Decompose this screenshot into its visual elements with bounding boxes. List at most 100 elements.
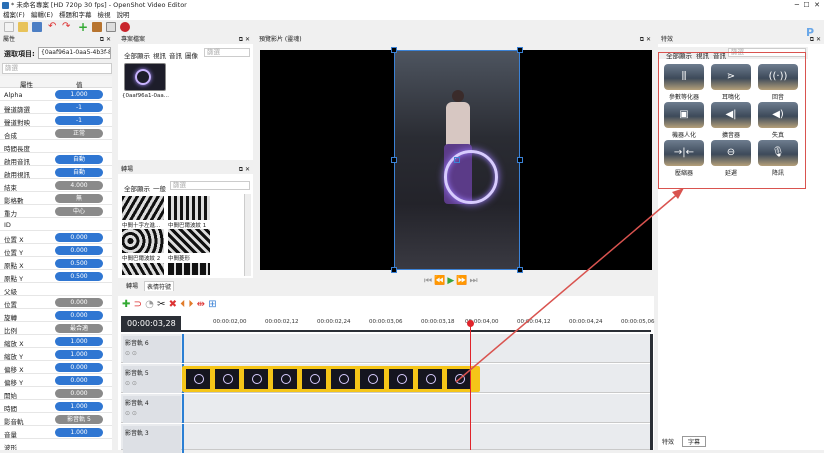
property-value[interactable]: 4.000 bbox=[55, 181, 103, 190]
property-row[interactable]: 結束 4.000 bbox=[0, 179, 112, 192]
property-value[interactable]: 1.000 bbox=[55, 402, 103, 411]
transition-thumbnail[interactable] bbox=[122, 263, 164, 275]
timeline-zoom-icon[interactable]: ⊞ bbox=[208, 299, 216, 310]
property-row[interactable]: 時間長度 4.000 bbox=[0, 140, 112, 153]
property-row[interactable]: Alpha 1.000 bbox=[0, 88, 112, 101]
property-value[interactable]: 最合適 bbox=[55, 324, 103, 333]
track-lock-icon[interactable]: ⊙ ⊙ bbox=[125, 380, 179, 387]
transition-thumbnail[interactable] bbox=[168, 229, 210, 253]
play-icon[interactable]: ▶ bbox=[447, 276, 456, 286]
jump-start-icon[interactable]: ⏮ bbox=[424, 276, 434, 286]
redo-icon[interactable]: ↷ bbox=[62, 22, 72, 32]
transition-thumbnail[interactable] bbox=[122, 196, 164, 220]
transitions-filter-input[interactable]: 篩選 bbox=[170, 181, 250, 190]
property-value[interactable]: 影音軌 5 bbox=[55, 415, 103, 424]
property-value[interactable] bbox=[55, 285, 103, 294]
center-playhead-icon[interactable]: ⇹ bbox=[197, 299, 205, 310]
fullscreen-icon[interactable] bbox=[106, 22, 116, 32]
property-value[interactable]: 無 bbox=[55, 194, 103, 203]
transition-thumbnail[interactable] bbox=[168, 263, 210, 275]
tab-effects[interactable]: 特效 bbox=[662, 437, 674, 446]
property-row[interactable]: 時間 1.000 bbox=[0, 400, 112, 413]
effect-item[interactable]: 🎙 降訊 bbox=[756, 140, 800, 180]
effect-item[interactable]: ⊖ 延遲 bbox=[709, 140, 753, 180]
next-marker-icon[interactable]: ⏵ bbox=[188, 299, 193, 310]
float-icon[interactable]: ⧉ ✕ bbox=[239, 166, 250, 174]
property-row[interactable]: ID P09TJ5FVV9 bbox=[0, 218, 112, 231]
import-files-icon[interactable]: + bbox=[78, 21, 88, 33]
property-row[interactable]: 重力 中心 bbox=[0, 205, 112, 218]
video-clip[interactable] bbox=[182, 366, 480, 392]
transitions-scrollbar[interactable] bbox=[244, 194, 251, 276]
razor-icon[interactable]: ✂ bbox=[157, 299, 165, 310]
filter-image[interactable]: 圖像 bbox=[185, 50, 198, 60]
transition-thumbnail[interactable] bbox=[168, 196, 210, 220]
transform-handle[interactable] bbox=[517, 47, 523, 53]
transform-handle[interactable] bbox=[517, 267, 523, 273]
property-value[interactable]: 1.000 bbox=[55, 350, 103, 359]
choose-profile-icon[interactable] bbox=[92, 22, 102, 32]
filter-audio[interactable]: 音訊 bbox=[169, 50, 182, 60]
menu-view[interactable]: 檢視 bbox=[95, 11, 114, 20]
export-video-icon[interactable] bbox=[120, 22, 130, 32]
track-lock-icon[interactable]: ⊙ ⊙ bbox=[125, 410, 179, 417]
track-6[interactable]: 影音軌 6 ⊙ ⊙ bbox=[121, 334, 651, 363]
filter-all[interactable]: 全部顯示 bbox=[124, 50, 150, 60]
property-row[interactable]: 啟用視訊 自動 bbox=[0, 166, 112, 179]
property-row[interactable]: 聲道篩選 -1 bbox=[0, 101, 112, 114]
track-lock-icon[interactable]: ⊙ ⊙ bbox=[125, 350, 179, 357]
property-row[interactable]: 縮放 Y 1.000 bbox=[0, 348, 112, 361]
property-value[interactable]: 正常 bbox=[55, 129, 103, 138]
track-4[interactable]: 影音軌 4 ⊙ ⊙ bbox=[121, 394, 651, 423]
menu-edit[interactable]: 編輯(E) bbox=[28, 11, 56, 20]
property-row[interactable]: 波形 bbox=[0, 439, 112, 450]
rewind-icon[interactable]: ⏪ bbox=[434, 276, 447, 286]
property-value[interactable]: 1.000 bbox=[55, 90, 103, 99]
property-row[interactable]: 影音軌 影音軌 5 bbox=[0, 413, 112, 426]
property-value[interactable]: 0.000 bbox=[55, 376, 103, 385]
property-row[interactable]: 偏移 X 0.000 bbox=[0, 361, 112, 374]
property-row[interactable]: 位置 X 0.000 bbox=[0, 231, 112, 244]
property-value[interactable]: 0.500 bbox=[55, 272, 103, 281]
effect-item[interactable]: ◀) 失真 bbox=[756, 102, 800, 142]
property-row[interactable]: 父級 bbox=[0, 283, 112, 296]
snap-icon[interactable]: ◔ bbox=[145, 299, 154, 310]
property-value[interactable]: 0.000 bbox=[55, 233, 103, 242]
property-row[interactable]: 開始 0.000 bbox=[0, 387, 112, 400]
filter-common[interactable]: 一般 bbox=[153, 183, 166, 193]
selected-item-dropdown[interactable]: {0aaf96a1-0aa5-4b3f-8d... bbox=[38, 47, 111, 59]
tab-transitions[interactable]: 轉場 bbox=[120, 281, 144, 290]
previous-marker-icon[interactable]: ⏴ bbox=[180, 299, 185, 310]
property-value[interactable]: 0.000 bbox=[55, 311, 103, 320]
transform-center-handle[interactable] bbox=[454, 157, 460, 163]
property-row[interactable]: 原點 Y 0.500 bbox=[0, 270, 112, 283]
playhead-line[interactable] bbox=[470, 322, 471, 450]
property-value[interactable]: -1 bbox=[55, 103, 103, 112]
property-row[interactable]: 音量 1.000 bbox=[0, 426, 112, 439]
transform-handle[interactable] bbox=[391, 267, 397, 273]
property-value[interactable]: 0.000 bbox=[55, 246, 103, 255]
effect-item[interactable]: ⫼ 參數等化器 bbox=[662, 64, 706, 104]
property-value[interactable]: 4.000 bbox=[55, 142, 103, 151]
property-value[interactable]: 0.000 bbox=[55, 298, 103, 307]
property-value[interactable]: 中心 bbox=[55, 207, 103, 216]
effect-item[interactable]: ◀| 擴音器 bbox=[709, 102, 753, 142]
project-files-filter-input[interactable]: 篩選 bbox=[204, 48, 250, 57]
properties-filter-input[interactable]: 篩選 bbox=[2, 63, 112, 74]
property-row[interactable]: 影格數 無 bbox=[0, 192, 112, 205]
playhead-handle[interactable] bbox=[467, 320, 474, 327]
transform-handle[interactable] bbox=[391, 47, 397, 53]
property-row[interactable]: 聲道對映 -1 bbox=[0, 114, 112, 127]
effect-item[interactable]: ▣ 機器人化 bbox=[662, 102, 706, 142]
float-icon[interactable]: ⧉ ✕ bbox=[810, 36, 821, 44]
video-thumbnail[interactable] bbox=[124, 63, 166, 91]
property-value[interactable]: 自動 bbox=[55, 155, 103, 164]
save-project-icon[interactable] bbox=[32, 22, 42, 32]
property-value[interactable]: -1 bbox=[55, 116, 103, 125]
transform-handle[interactable] bbox=[517, 157, 523, 163]
effect-item[interactable]: ((·)) 回音 bbox=[756, 64, 800, 104]
undo-icon[interactable]: ↶ bbox=[48, 22, 58, 32]
window-controls[interactable]: ─ ☐ ✕ bbox=[795, 0, 820, 11]
open-project-icon[interactable] bbox=[18, 22, 28, 32]
effect-item[interactable]: ⋗ 耳鳴化 bbox=[709, 64, 753, 104]
